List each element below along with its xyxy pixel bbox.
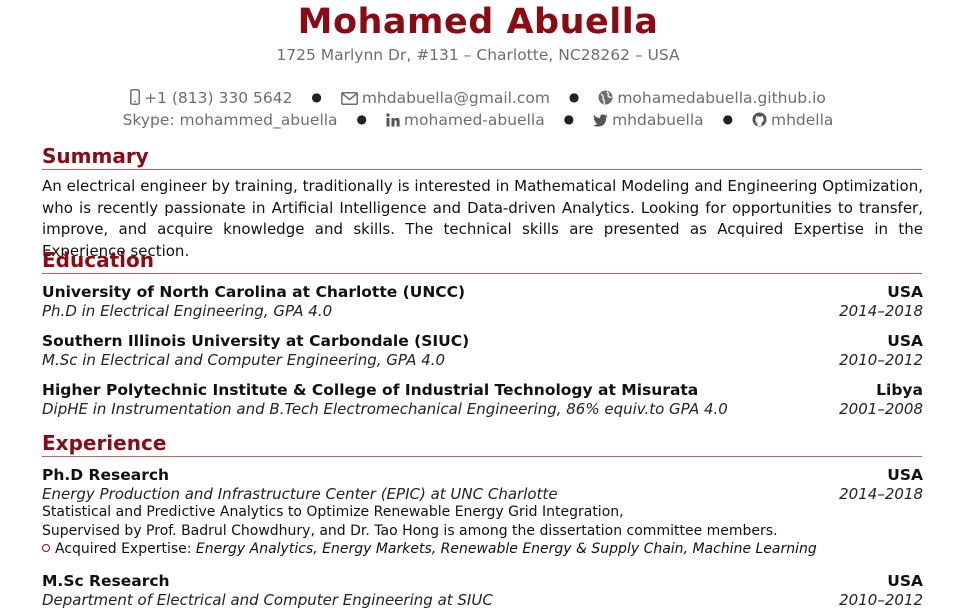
phone-text: +1 (813) 330 5642 bbox=[144, 89, 293, 107]
linkedin-icon bbox=[386, 113, 400, 127]
degree-dates: 2014–2018 bbox=[839, 302, 923, 320]
website-contact[interactable]: mohamedabuella.github.io bbox=[598, 89, 826, 107]
role-supervision: Supervised by Prof. Badrul Chowdhury, an… bbox=[42, 523, 778, 539]
organization-text: Department of Electrical and Computer En… bbox=[42, 591, 493, 609]
phone-contact[interactable]: +1 (813) 330 5642 bbox=[130, 89, 297, 107]
education-entry: Higher Polytechnic Institute & College o… bbox=[42, 381, 923, 418]
github-text: mhdella bbox=[771, 111, 834, 129]
cv-name: Mohamed Abuella bbox=[297, 2, 659, 42]
school-location: Libya bbox=[876, 381, 923, 399]
role-title: M.Sc Research bbox=[42, 572, 170, 590]
summary-heading: Summary bbox=[42, 144, 149, 168]
school-name: Southern Illinois University at Carbonda… bbox=[42, 332, 470, 350]
experience-entry: Ph.D Research USA Energy Production and I… bbox=[42, 466, 923, 557]
globe-icon bbox=[598, 90, 613, 105]
degree-text: M.Sc in Electrical and Computer Engineer… bbox=[42, 351, 446, 369]
school-name: University of North Carolina at Charlott… bbox=[42, 283, 466, 301]
role-title: Ph.D Research bbox=[42, 466, 170, 484]
education-entry: Southern Illinois University at Carbonda… bbox=[42, 332, 923, 369]
education-entry: University of North Carolina at Charlott… bbox=[42, 283, 923, 320]
contact-row-1: +1 (813) 330 5642 ● mhdabuella@gmail.com… bbox=[0, 89, 956, 107]
circle-bullet-icon bbox=[42, 544, 50, 552]
cv-page: Mohamed Abuella 1725 Marlynn Dr, #131 – … bbox=[0, 0, 956, 609]
envelope-icon bbox=[340, 92, 358, 105]
role-location: USA bbox=[887, 466, 923, 484]
summary-rule bbox=[42, 169, 922, 170]
email-contact[interactable]: mhdabuella@gmail.com bbox=[340, 89, 555, 107]
acquired-expertise: Acquired Expertise: Energy Analytics, En… bbox=[42, 541, 923, 557]
skype-text[interactable]: Skype: mohammed_abuella bbox=[123, 111, 338, 129]
role-dates: 2010–2012 bbox=[839, 591, 923, 609]
separator-dot: ● bbox=[563, 112, 575, 126]
github-contact[interactable]: mhdella bbox=[752, 111, 833, 129]
school-name: Higher Polytechnic Institute & College o… bbox=[42, 381, 699, 399]
mobile-phone-icon bbox=[130, 89, 141, 105]
degree-dates: 2010–2012 bbox=[839, 351, 923, 369]
website-text: mohamedabuella.github.io bbox=[617, 89, 826, 107]
separator-dot: ● bbox=[356, 112, 367, 126]
linkedin-contact[interactable]: mohamed-abuella bbox=[386, 111, 550, 129]
education-rule bbox=[42, 273, 922, 274]
degree-text: Ph.D in Electrical Engineering, GPA 4.0 bbox=[42, 302, 333, 320]
separator-dot: ● bbox=[568, 90, 580, 104]
education-heading: Education bbox=[42, 248, 154, 272]
email-text: mhdabuella@gmail.com bbox=[361, 89, 550, 107]
school-location: USA bbox=[887, 283, 923, 301]
linkedin-text: mohamed-abuella bbox=[403, 111, 545, 129]
cv-address: 1725 Marlynn Dr, #131 – Charlotte, NC282… bbox=[276, 46, 680, 64]
experience-heading: Experience bbox=[42, 431, 167, 455]
separator-dot: ● bbox=[311, 90, 322, 104]
degree-text: DipHE in Instrumentation and B.Tech Elec… bbox=[42, 400, 728, 418]
separator-dot: ● bbox=[722, 112, 734, 126]
role-dates: 2014–2018 bbox=[839, 485, 923, 503]
role-location: USA bbox=[887, 572, 923, 590]
expertise-value: Energy Analytics, Energy Markets, Renewa… bbox=[195, 541, 817, 557]
twitter-contact[interactable]: mhdabuella bbox=[593, 111, 709, 129]
github-icon bbox=[752, 112, 767, 127]
organization-text: Energy Production and Infrastructure Cen… bbox=[42, 485, 558, 503]
school-location: USA bbox=[887, 332, 923, 350]
expertise-label: Acquired Expertise: bbox=[55, 541, 192, 557]
twitter-bird-icon bbox=[593, 114, 608, 127]
degree-dates: 2001–2008 bbox=[839, 400, 923, 418]
summary-text: An electrical engineer by training, trad… bbox=[42, 177, 923, 260]
role-description: Statistical and Predictive Analytics to … bbox=[42, 504, 624, 520]
contact-row-2: Skype: mohammed_abuella ● mohamed-abuell… bbox=[0, 111, 956, 129]
twitter-text: mhdabuella bbox=[612, 111, 704, 129]
experience-entry: M.Sc Research USA Department of Electrica… bbox=[42, 572, 923, 609]
experience-rule bbox=[42, 456, 922, 457]
